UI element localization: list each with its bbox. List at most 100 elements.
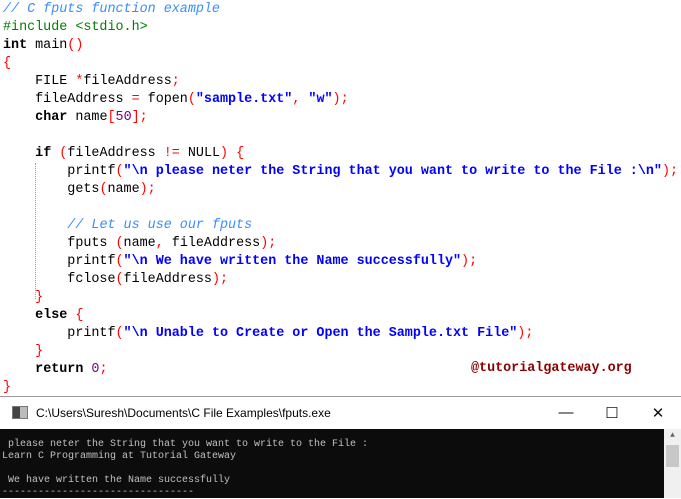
code-text: fputs — [3, 236, 116, 251]
operator: ); — [332, 92, 349, 107]
code-text: fopen — [139, 92, 188, 107]
code-line: FILE *fileAddress; — [3, 73, 678, 91]
maximize-button[interactable]: ☐ — [589, 404, 635, 422]
operator: } — [35, 290, 44, 305]
console-titlebar[interactable]: C:\Users\Suresh\Documents\C File Example… — [0, 397, 681, 428]
operator: } — [35, 344, 44, 359]
code-text: fclose — [3, 272, 116, 287]
operator: , — [155, 236, 164, 251]
scrollbar-thumb[interactable] — [666, 445, 679, 467]
console-output: please neter the String that you want to… — [0, 429, 664, 498]
string-literal: "w" — [308, 92, 333, 107]
operator: { — [3, 56, 12, 71]
code-text: name — [107, 182, 140, 197]
code-line: // C fputs function example — [3, 1, 678, 19]
code-line: printf("\n Unable to Create or Open the … — [3, 325, 678, 343]
console-line: Learn C Programming at Tutorial Gateway — [2, 451, 237, 462]
console-title: C:\Users\Suresh\Documents\C File Example… — [36, 405, 331, 420]
operator: ( — [115, 272, 124, 287]
operator: [ — [107, 110, 116, 125]
code-editor[interactable]: // C fputs function example #include <std… — [3, 1, 678, 397]
preprocessor: #include <stdio.h> — [3, 20, 148, 35]
keyword: int — [3, 38, 28, 53]
operator: } — [3, 380, 12, 395]
console-line: -------------------------------- — [2, 487, 195, 498]
code-text: fileAddress — [83, 74, 172, 89]
string-literal: "\n We have written the Name successfull… — [123, 254, 462, 269]
code-text: printf — [3, 254, 116, 269]
code-line: } — [3, 343, 678, 361]
string-literal: "\n Unable to Create or Open the Sample.… — [123, 326, 518, 341]
code-line: #include <stdio.h> — [3, 19, 678, 37]
operator: ( — [115, 236, 124, 251]
console-line: We have written the Name successfully — [2, 475, 231, 486]
console-scrollbar[interactable]: ▲ — [664, 429, 681, 498]
code-line: // Let us use our fputs — [3, 217, 678, 235]
code-line: { — [3, 55, 678, 73]
code-line: int main() — [3, 37, 678, 55]
code-line: printf("\n please neter the String that … — [3, 163, 678, 181]
operator: ) — [220, 146, 229, 161]
console-app-icon — [12, 406, 28, 419]
keyword: if — [35, 146, 52, 161]
operator: ); — [139, 182, 156, 197]
code-line: fclose(fileAddress); — [3, 271, 678, 289]
operator: ( — [187, 92, 196, 107]
operator: ); — [260, 236, 277, 251]
code-text: fileAddress — [123, 272, 212, 287]
indent-guide — [35, 163, 36, 299]
operator: ; — [99, 362, 108, 377]
code-line: char name[50]; — [3, 109, 678, 127]
operator: ( — [115, 164, 124, 179]
operator: ( — [115, 254, 124, 269]
console-window: C:\Users\Suresh\Documents\C File Example… — [0, 396, 681, 498]
code-line: } — [3, 289, 678, 307]
code-text: fileAddress — [163, 236, 261, 251]
operator: ); — [461, 254, 478, 269]
code-text: FILE — [3, 74, 76, 89]
operator: ( — [115, 326, 124, 341]
close-button[interactable]: ✕ — [635, 404, 681, 422]
code-text: NULL — [179, 146, 221, 161]
operator: ]; — [131, 110, 148, 125]
code-line: } — [3, 379, 678, 397]
operator: ); — [211, 272, 229, 287]
keyword: char — [35, 110, 68, 125]
operator: () — [67, 38, 84, 53]
code-line: if (fileAddress != NULL) { — [3, 145, 678, 163]
code-line: gets(name); — [3, 181, 678, 199]
scroll-up-icon[interactable]: ▲ — [664, 429, 681, 443]
console-line: please neter the String that you want to… — [2, 439, 369, 450]
code-line: else { — [3, 307, 678, 325]
keyword: return — [35, 362, 84, 377]
code-line: fputs (name, fileAddress); — [3, 235, 678, 253]
code-text: gets — [3, 182, 100, 197]
keyword: else — [35, 308, 68, 323]
minimize-button[interactable]: — — [543, 404, 589, 421]
operator: ); — [661, 164, 679, 179]
code-text: fileAddress — [3, 92, 132, 107]
operator: { — [75, 308, 84, 323]
string-literal: "sample.txt" — [195, 92, 293, 107]
operator: = — [131, 92, 140, 107]
comment: // C fputs function example — [3, 2, 220, 17]
number-literal: 50 — [115, 110, 132, 125]
code-text: name — [67, 110, 108, 125]
operator: ); — [517, 326, 534, 341]
code-text: printf — [3, 326, 116, 341]
code-text: printf — [3, 164, 116, 179]
comment: // Let us use our fputs — [67, 218, 253, 233]
watermark: @tutorialgateway.org — [471, 361, 632, 376]
code-text: name — [123, 236, 156, 251]
code-text: main — [27, 38, 68, 53]
code-text: fileAddress — [67, 146, 164, 161]
